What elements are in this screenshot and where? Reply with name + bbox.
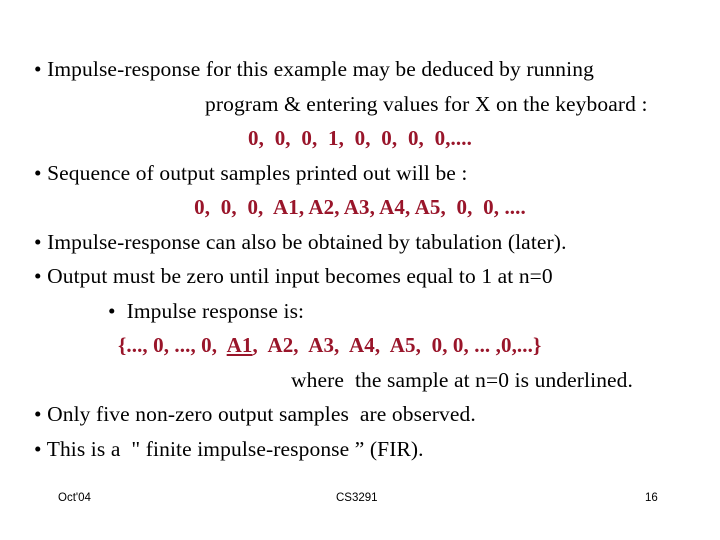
bullet-only-five-non-zero: • Only five non-zero output samples are …: [34, 402, 476, 426]
slide-canvas: • Impulse-response for this example may …: [0, 0, 720, 540]
bullet-impulse-response-tabulation: • Impulse-response can also be obtained …: [34, 229, 567, 254]
note-underlined-sample: where the sample at n=0 is underlined.: [291, 367, 634, 392]
footer-course-code: CS3291: [336, 492, 378, 504]
footer-date: Oct'04: [58, 492, 91, 504]
bullet-finite-impulse-response: • This is a " finite impulse-response ” …: [34, 436, 424, 461]
slide-footer: Oct'04 CS3291 16: [0, 492, 720, 514]
impulse-response-set-notation: {..., 0, ..., 0, A1, A2, A3, A4, A5, 0, …: [0, 328, 720, 363]
output-sequence-values: 0, 0, 0, A1, A2, A3, A4, A5, 0, 0, ....: [194, 195, 526, 219]
footer-page-number: 16: [645, 492, 658, 504]
bullet-impulse-response-is: • Impulse response is:: [108, 298, 305, 323]
continuation-program-entering-values: program & entering values for X on the k…: [205, 91, 648, 116]
bullet-sequence-of-output-samples: • Sequence of output samples printed out…: [34, 160, 468, 185]
slide-body: • Impulse-response for this example may …: [0, 52, 720, 466]
input-sequence-values: 0, 0, 0, 1, 0, 0, 0, 0,....: [248, 126, 472, 150]
set-notation-prefix: {..., 0, ..., 0,: [118, 333, 227, 357]
set-notation-suffix: , A2, A3, A4, A5, 0, 0, ... ,0,...}: [252, 333, 542, 357]
bullet-output-must-be-zero: • Output must be zero until input become…: [34, 264, 553, 288]
bullet-impulse-response-deduced: • Impulse-response for this example may …: [34, 57, 594, 81]
set-notation-underlined-sample: A1: [226, 333, 253, 357]
